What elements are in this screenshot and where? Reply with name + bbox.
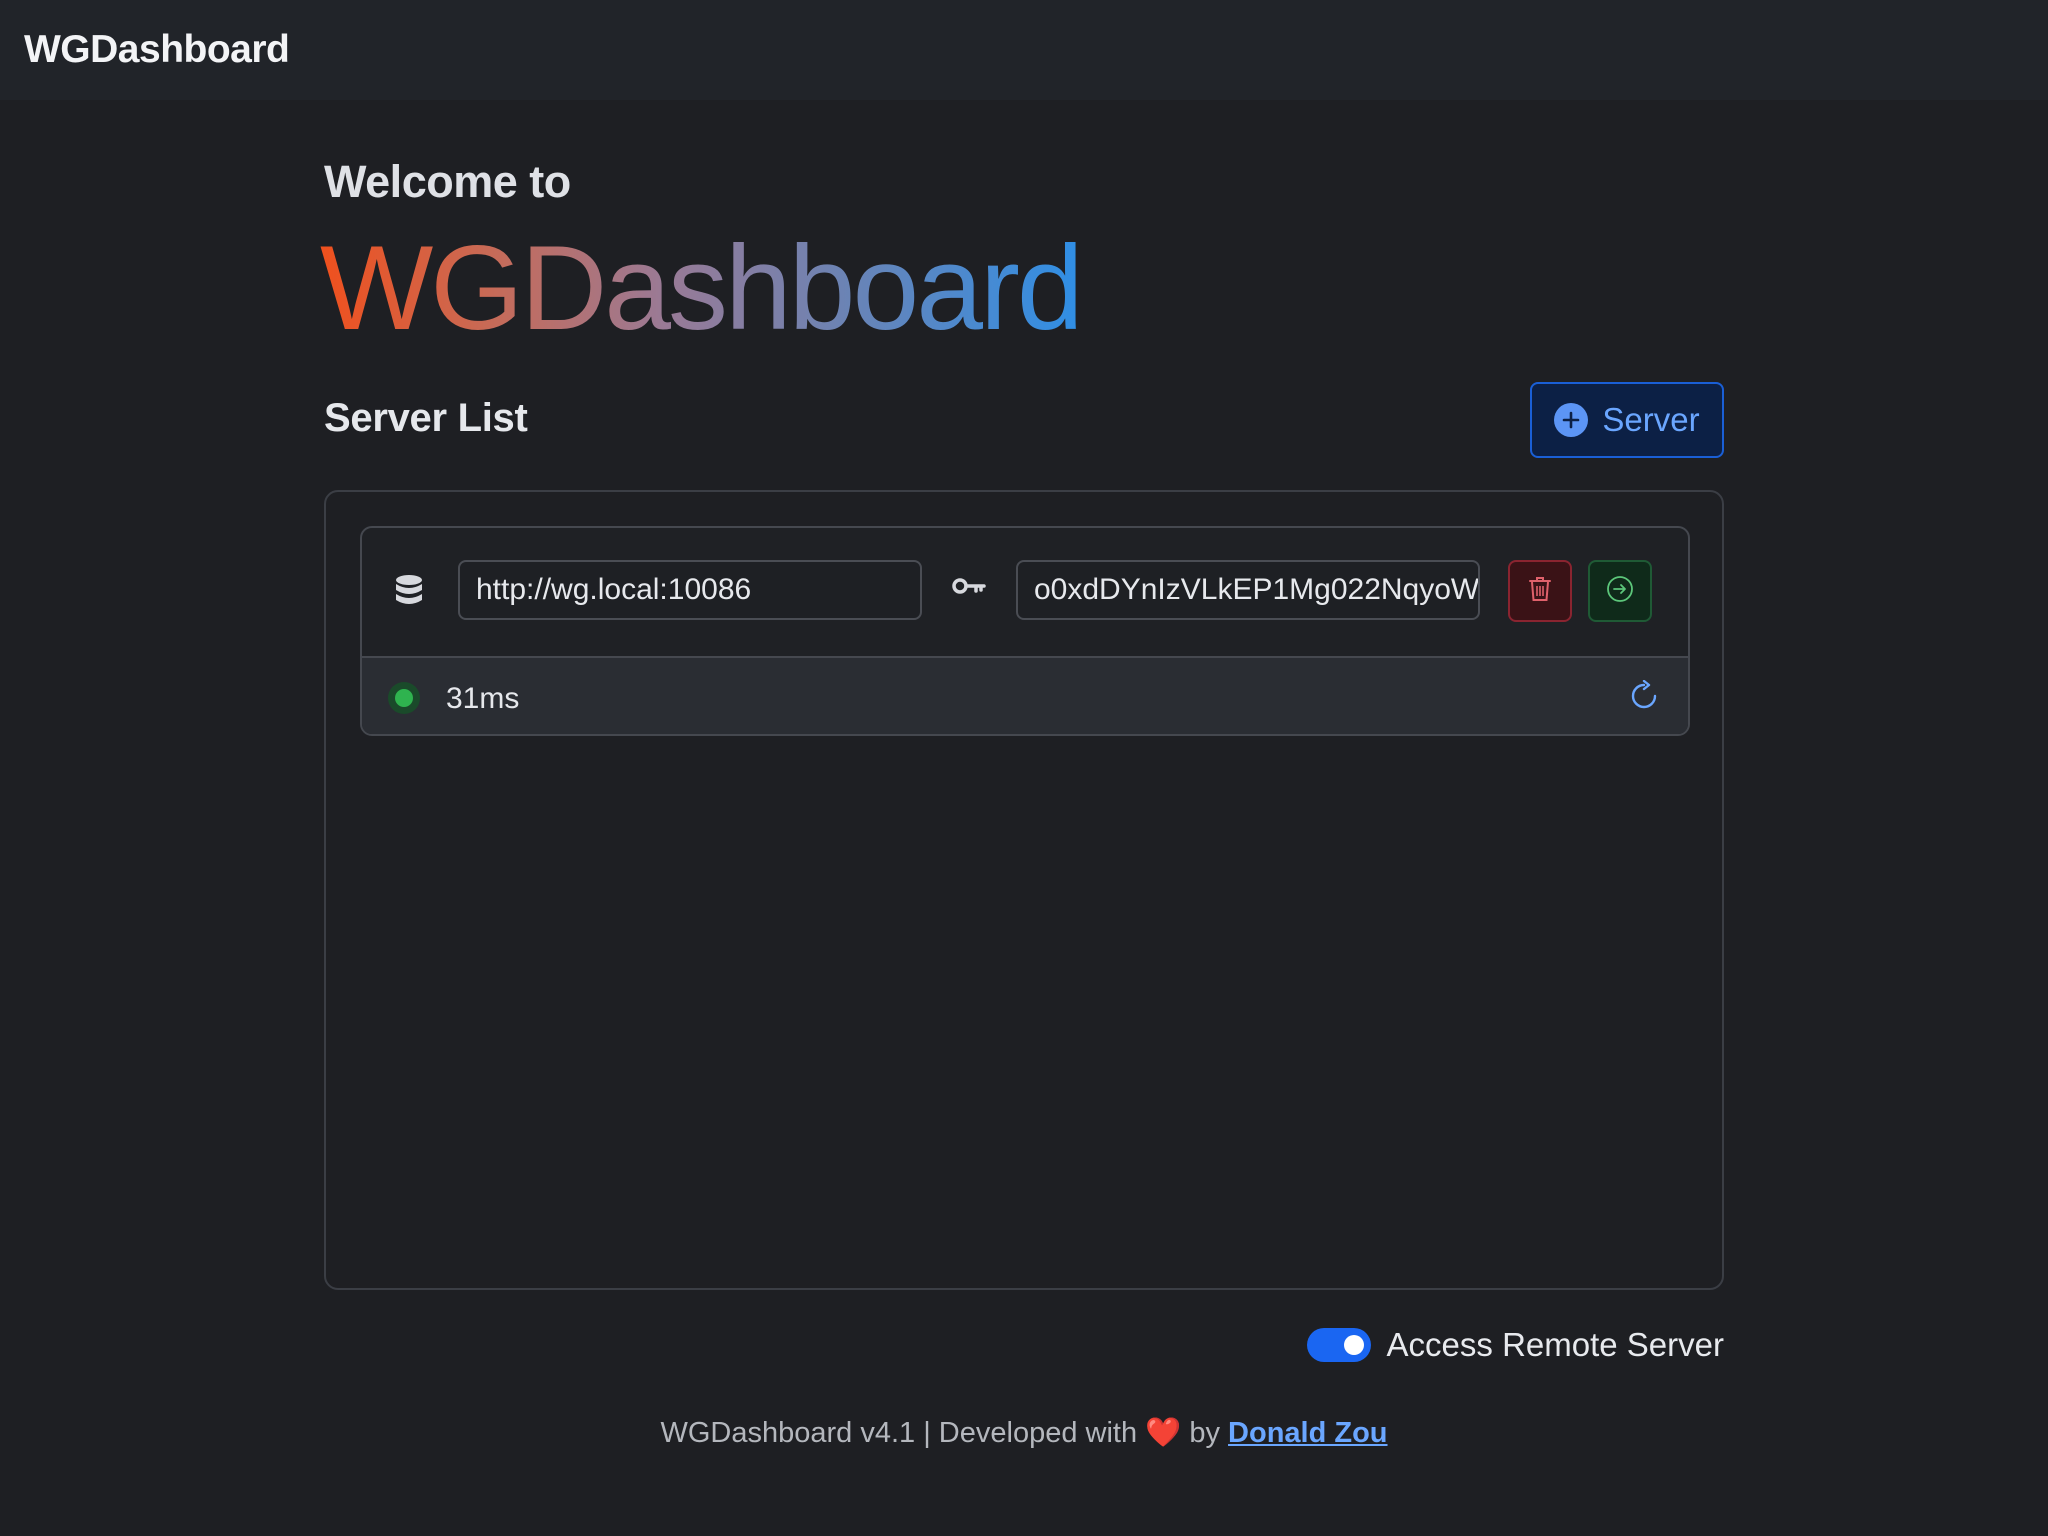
delete-server-button[interactable] [1508,560,1572,622]
latency-value: 31ms [446,682,520,715]
heart-icon: ❤️ [1145,1417,1182,1449]
access-remote-toggle-group: Access Remote Server [1306,1326,1724,1364]
server-card-header: http://wg.local:10086 o0xdDYnIzVLkEP1Mg0… [362,528,1688,656]
welcome-text: Welcome to [324,156,571,207]
add-server-label: Server [1602,401,1700,438]
footer-text: WGDashboard v4.1 | Developed with [660,1417,1138,1449]
key-icon [952,576,986,601]
hero-title: WGDashboard [320,221,1084,355]
footer-by: by [1189,1417,1220,1449]
toggle-knob [1343,1335,1364,1355]
add-server-button[interactable]: Server [1530,382,1724,458]
access-remote-label[interactable]: Access Remote Server [1387,1326,1724,1364]
main-content: Welcome to WGDashboard Server List Serve… [320,0,1724,1536]
trash-icon [1528,576,1552,607]
arrow-right-circle-icon [1606,575,1634,608]
server-list-container: http://wg.local:10086 o0xdDYnIzVLkEP1Mg0… [324,490,1724,1290]
plus-circle-icon [1554,403,1589,437]
server-url-input[interactable]: http://wg.local:10086 [458,560,922,620]
footer: WGDashboard v4.1 | Developed with ❤️ by … [324,1416,1724,1450]
navbar-brand[interactable]: WGDashboard [24,28,290,72]
refresh-icon[interactable] [1628,679,1660,717]
server-key-input[interactable]: o0xdDYnIzVLkEP1Mg022NqyoWu [1016,560,1480,620]
status-online-indicator [388,682,420,714]
access-remote-toggle[interactable] [1306,1328,1371,1362]
author-link[interactable]: Donald Zou [1228,1417,1387,1449]
connect-server-button[interactable] [1588,560,1652,622]
database-icon [394,574,424,613]
server-card-status: 31ms [362,656,1688,734]
server-list-title: Server List [324,396,528,440]
server-card: http://wg.local:10086 o0xdDYnIzVLkEP1Mg0… [360,526,1690,736]
